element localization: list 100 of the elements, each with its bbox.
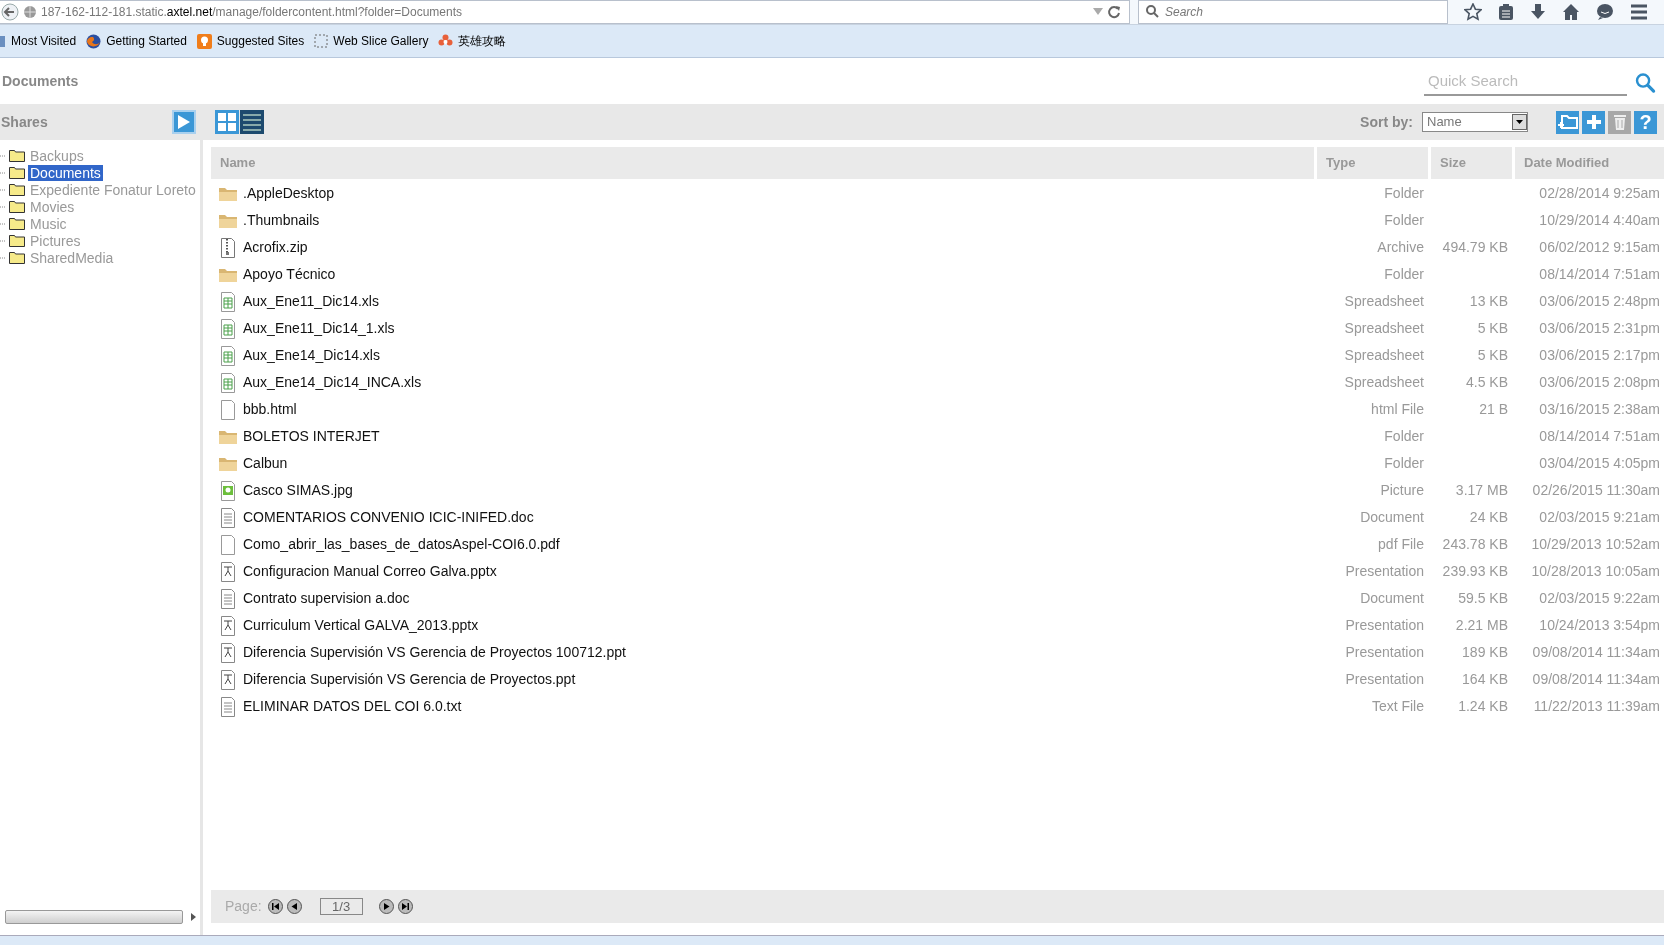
list-view-button[interactable] xyxy=(240,110,264,134)
file-type: Spreadsheet xyxy=(1344,374,1424,390)
new-folder-button[interactable] xyxy=(1556,110,1579,134)
scroll-right-icon[interactable] xyxy=(191,913,196,921)
date-modified: 10/24/2013 3:54pm xyxy=(1539,617,1660,633)
file-name[interactable]: Configuracion Manual Correo Galva.pptx xyxy=(243,561,497,582)
blank-file-icon xyxy=(220,399,236,420)
last-page-icon[interactable] xyxy=(397,899,413,914)
page-title: Documents xyxy=(1,71,79,91)
previous-page-icon[interactable] xyxy=(286,899,302,914)
chat-icon[interactable] xyxy=(1596,3,1614,21)
file-name[interactable]: ELIMINAR DATOS DEL COI 6.0.txt xyxy=(243,696,462,717)
file-name[interactable]: Casco SIMAS.jpg xyxy=(243,480,353,501)
date-modified: 03/06/2015 2:08pm xyxy=(1539,374,1660,390)
reload-icon[interactable] xyxy=(1107,5,1121,19)
sort-label: Sort by: xyxy=(1360,112,1413,132)
grid-view-icon xyxy=(218,113,236,131)
file-name[interactable]: Aux_Ene11_Dic14_1.xls xyxy=(243,318,395,339)
file-type: Folder xyxy=(1384,266,1424,282)
back-icon[interactable] xyxy=(1,3,19,21)
file-name[interactable]: Apoyo Técnico xyxy=(243,264,336,285)
date-modified: 03/06/2015 2:48pm xyxy=(1539,293,1660,309)
date-modified: 03/16/2015 2:38am xyxy=(1539,401,1660,417)
file-name[interactable]: Aux_Ene11_Dic14.xls xyxy=(243,291,379,312)
quick-search-field[interactable]: Quick Search xyxy=(1424,66,1627,96)
file-size: 494.79 KB xyxy=(1442,239,1508,255)
presentation-file-icon xyxy=(220,561,236,582)
file-name[interactable]: Aux_Ene14_Dic14.xls xyxy=(243,345,380,366)
folder-icon xyxy=(218,212,238,229)
date-modified: 10/28/2013 10:05am xyxy=(1531,563,1660,579)
dotted-line xyxy=(0,222,6,225)
file-type: Presentation xyxy=(1345,617,1424,633)
file-name[interactable]: Calbun xyxy=(243,453,288,474)
date-modified: 11/22/2013 11:39am xyxy=(1533,698,1660,714)
file-name[interactable]: Diferencia Supervisión VS Gerencia de Proyectos.ppt xyxy=(243,669,576,690)
bookmark-link[interactable]: 英雄攻略 xyxy=(458,32,507,50)
date-modified: 02/03/2015 9:21am xyxy=(1539,509,1660,525)
file-name[interactable]: .Thumbnails xyxy=(243,210,320,231)
dotted-line xyxy=(0,188,6,191)
folder-tree-item[interactable]: Documents xyxy=(28,164,103,181)
dotted-line xyxy=(0,171,6,174)
file-name[interactable]: COMENTARIOS CONVENIO ICIC-INIFED.doc xyxy=(243,507,534,528)
file-type: Spreadsheet xyxy=(1344,293,1424,309)
file-size: 59.5 KB xyxy=(1458,590,1508,606)
date-modified: 02/26/2015 11:30am xyxy=(1532,482,1660,498)
image-file-icon xyxy=(220,480,236,501)
page-field[interactable]: 1/3 xyxy=(319,898,363,915)
bookmark-link[interactable]: Suggested Sites xyxy=(216,32,305,50)
grid-view-button[interactable] xyxy=(215,110,239,134)
home-icon[interactable] xyxy=(1562,3,1580,21)
search-icon[interactable] xyxy=(1635,70,1656,96)
dotted-line xyxy=(0,205,6,208)
next-page-icon[interactable] xyxy=(378,899,394,914)
play-button[interactable] xyxy=(172,110,196,134)
folder-icon xyxy=(9,166,25,179)
file-name[interactable]: Diferencia Supervisión VS Gerencia de Proyectos 100712.ppt xyxy=(243,642,626,663)
first-page-icon[interactable] xyxy=(267,899,283,914)
file-size: 189 KB xyxy=(1462,644,1508,660)
date-modified: 02/03/2015 9:22am xyxy=(1539,590,1660,606)
file-type: Folder xyxy=(1384,185,1424,201)
trash-icon xyxy=(1613,114,1626,130)
star-icon[interactable] xyxy=(1464,3,1482,21)
file-name[interactable]: bbb.html xyxy=(243,399,297,420)
dotted-line xyxy=(0,256,6,259)
folder-icon xyxy=(218,428,238,445)
file-size: 243.78 KB xyxy=(1442,536,1508,552)
blank-file-icon xyxy=(220,534,236,555)
file-size: 164 KB xyxy=(1462,671,1508,687)
date-modified: 03/06/2015 2:17pm xyxy=(1539,347,1660,363)
file-name[interactable]: Curriculum Vertical GALVA_2013.pptx xyxy=(243,615,479,636)
file-name[interactable]: Acrofix.zip xyxy=(243,237,308,258)
file-type: Document xyxy=(1360,590,1424,606)
file-name[interactable]: Como_abrir_las_bases_de_datosAspel-COI6.0.pdf xyxy=(243,534,560,555)
sort-dropdown[interactable]: Name xyxy=(1422,112,1528,132)
scrollbar-thumb[interactable] xyxy=(5,910,183,924)
file-name[interactable]: BOLETOS INTERJET xyxy=(243,426,380,447)
url-text[interactable]: 187-162-112-181.static.axtel.net/manage/foldercontent.html?folder=Documents xyxy=(41,3,1089,21)
globe-icon xyxy=(23,5,37,19)
date-modified: 06/02/2012 9:15am xyxy=(1539,239,1660,255)
folder-icon xyxy=(9,217,25,230)
search-field[interactable]: Search xyxy=(1138,0,1448,24)
add-button[interactable] xyxy=(1582,110,1605,134)
bookmark-link[interactable]: Most Visited xyxy=(11,32,77,50)
date-modified: 03/06/2015 2:31pm xyxy=(1539,320,1660,336)
file-name[interactable]: Contrato supervision a.doc xyxy=(243,588,410,609)
menu-icon[interactable] xyxy=(1630,4,1648,20)
file-name[interactable]: .AppleDesktop xyxy=(243,183,335,204)
clipboard-icon[interactable] xyxy=(1498,3,1514,21)
file-size: 5 KB xyxy=(1477,320,1508,336)
file-name[interactable]: Aux_Ene14_Dic14_INCA.xls xyxy=(243,372,422,393)
address-bar[interactable]: 187-162-112-181.static.axtel.net/manage/foldercontent.html?folder=Documents xyxy=(0,0,1130,24)
download-icon[interactable] xyxy=(1530,3,1546,21)
spreadsheet-file-icon xyxy=(220,318,236,339)
date-modified: 09/08/2014 11:34am xyxy=(1532,644,1660,660)
file-type: Folder xyxy=(1384,455,1424,471)
play-icon xyxy=(178,115,190,129)
bookmark-link[interactable]: Web Slice Gallery xyxy=(333,32,429,50)
file-type: Presentation xyxy=(1345,644,1424,660)
bookmark-link[interactable]: Getting Started xyxy=(106,32,187,50)
date-modified: 10/29/2013 10:52am xyxy=(1531,536,1660,552)
